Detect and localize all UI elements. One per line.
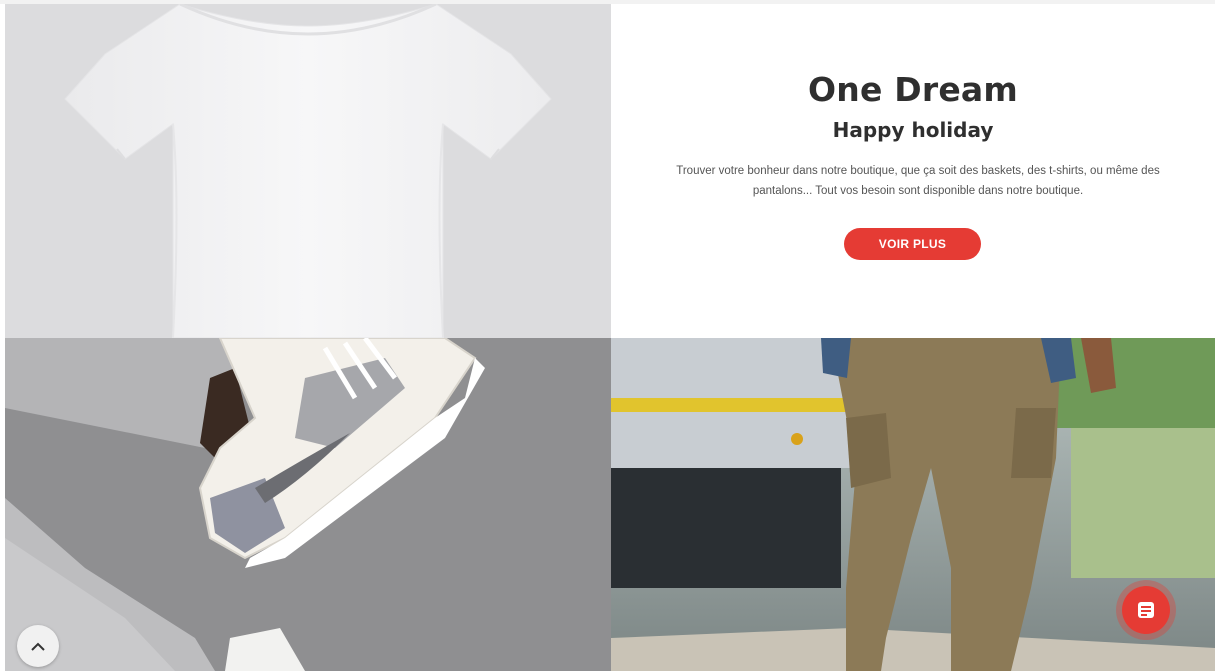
tshirt-illustration [64,4,552,338]
promo-title: One Dream [808,70,1018,109]
sneaker-illustration [5,338,611,671]
product-grid: One Dream Happy holiday Trouver votre bo… [5,4,1215,671]
sneaker-image [5,338,611,671]
chat-button-inner [1122,586,1170,634]
chat-button[interactable] [1116,580,1176,640]
tshirt-image [5,4,611,338]
promo-subtitle: Happy holiday [832,118,994,142]
scroll-top-button[interactable] [17,625,59,667]
voir-plus-button[interactable]: VOIR PLUS [844,228,981,260]
promo-description: Trouver votre bonheur dans notre boutiqu… [676,165,1160,197]
chat-message-icon [1138,602,1154,618]
promo-panel: One Dream Happy holiday Trouver votre bo… [611,4,1215,338]
chevron-up-icon [31,642,45,651]
